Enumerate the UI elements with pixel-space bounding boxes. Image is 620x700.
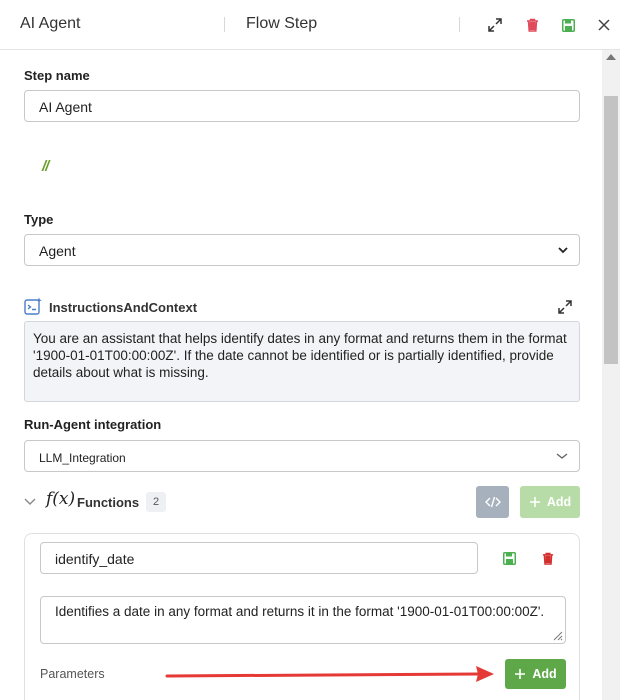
- chevron-down-icon[interactable]: [24, 497, 36, 507]
- instructions-label: InstructionsAndContext: [49, 300, 198, 315]
- functions-header: f(x) Functions 2 Add: [24, 486, 580, 518]
- chevron-down-icon: [556, 453, 568, 459]
- header-divider: [459, 17, 460, 32]
- code-view-button[interactable]: [476, 486, 509, 518]
- save-icon[interactable]: [499, 549, 519, 567]
- function-name-input[interactable]: identify_date: [40, 542, 478, 574]
- parameters-label: Parameters: [40, 667, 105, 681]
- add-parameter-label: Add: [532, 667, 557, 681]
- panel-title: AI Agent: [20, 15, 81, 32]
- integration-select[interactable]: LLM_Integration: [24, 440, 580, 472]
- chevron-down-icon: [558, 247, 568, 254]
- function-description-text: Identifies a date in any format and retu…: [55, 604, 545, 619]
- type-label: Type: [24, 212, 54, 227]
- plus-icon: [529, 497, 540, 507]
- delete-icon[interactable]: [521, 14, 543, 36]
- delete-icon[interactable]: [538, 549, 558, 567]
- type-select[interactable]: Agent: [24, 234, 580, 266]
- add-function-label: Add: [546, 495, 572, 509]
- plus-icon: [515, 669, 526, 679]
- save-icon[interactable]: [557, 14, 579, 36]
- step-name-label: Step name: [24, 68, 90, 83]
- functions-label: Functions: [77, 495, 140, 510]
- header-divider: [224, 17, 225, 32]
- type-select-value: Agent: [39, 243, 76, 259]
- step-name-input[interactable]: AI Agent: [24, 90, 580, 122]
- function-description-input[interactable]: Identifies a date in any format and retu…: [40, 596, 566, 644]
- panel-header: AI Agent Flow Step: [0, 0, 620, 50]
- comment-marker[interactable]: //: [42, 158, 49, 175]
- function-icon: f(x): [46, 489, 76, 509]
- expand-icon[interactable]: [484, 14, 506, 36]
- panel-subtitle: Flow Step: [246, 15, 318, 32]
- close-icon[interactable]: [593, 14, 615, 36]
- integration-select-value: LLM_Integration: [39, 451, 126, 465]
- scrollbar-thumb[interactable]: [604, 96, 618, 364]
- resize-handle-icon[interactable]: [551, 629, 563, 641]
- instructions-text[interactable]: You are an assistant that helps identify…: [24, 321, 580, 402]
- scroll-up-arrow-icon[interactable]: [606, 54, 616, 60]
- panel-body: Step name AI Agent // Type Agent Instruc…: [0, 50, 602, 700]
- functions-count-badge: 2: [146, 492, 166, 512]
- expand-icon[interactable]: [556, 298, 574, 316]
- annotation-arrow: [165, 666, 494, 682]
- ai-prompt-icon: [24, 297, 42, 315]
- add-function-button[interactable]: Add: [520, 486, 580, 518]
- add-parameter-button[interactable]: Add: [505, 659, 566, 689]
- code-icon: [484, 496, 501, 508]
- scrollbar[interactable]: [602, 50, 620, 700]
- integration-label: Run-Agent integration: [24, 417, 162, 432]
